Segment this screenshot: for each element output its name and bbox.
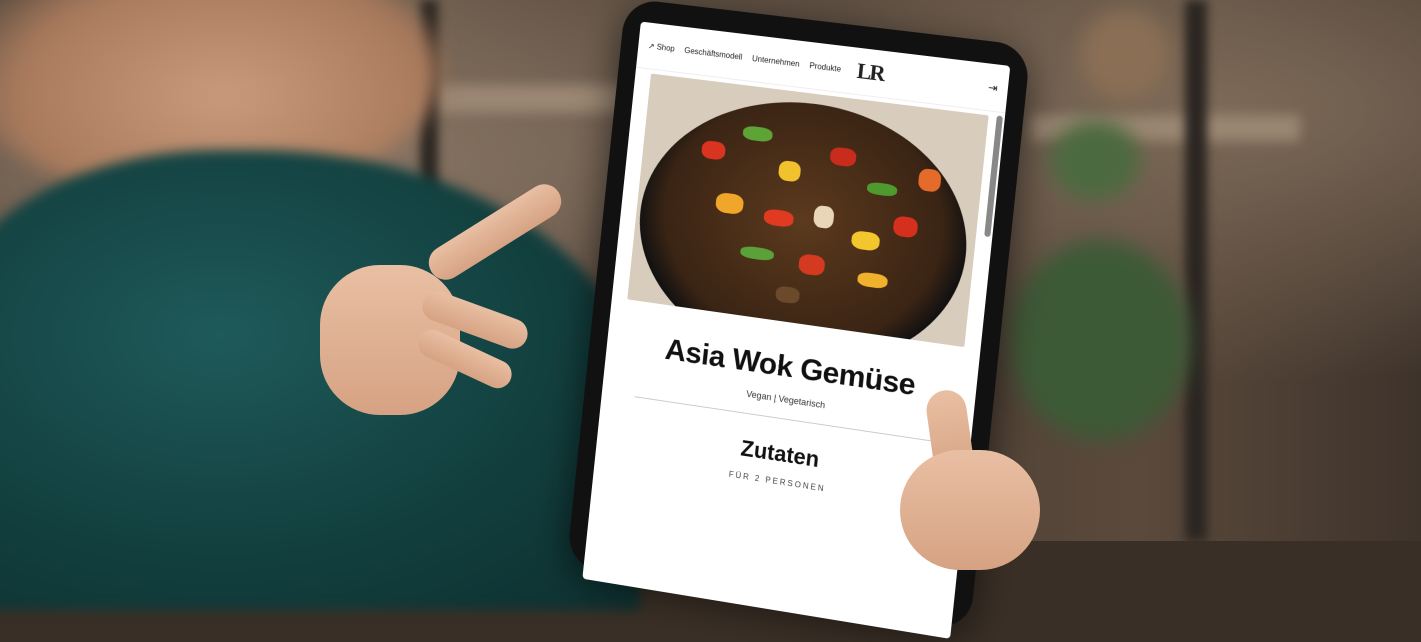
vase	[1080, 10, 1170, 100]
brand-logo[interactable]: LR	[855, 57, 885, 86]
scrollbar[interactable]	[984, 115, 1003, 238]
external-link-icon: ↗	[647, 40, 656, 51]
left-hand	[300, 177, 570, 455]
logo-mark: LR	[855, 57, 885, 86]
index-finger	[422, 177, 568, 287]
right-hand	[880, 387, 1060, 570]
recipe-hero-image	[627, 73, 989, 348]
right-palm	[900, 450, 1040, 570]
nav-shop-label: Shop	[656, 41, 676, 53]
plant-top	[1050, 120, 1140, 200]
wok-pan	[627, 83, 980, 348]
nav-shop[interactable]: ↗ Shop	[648, 41, 676, 53]
nav-geschaeftsmodell[interactable]: Geschäftsmodell	[684, 45, 743, 61]
login-icon[interactable]: ⇥	[988, 80, 999, 94]
shelf-post	[1185, 0, 1207, 541]
nav-unternehmen[interactable]: Unternehmen	[752, 54, 800, 69]
nav-produkte[interactable]: Produkte	[809, 61, 842, 74]
